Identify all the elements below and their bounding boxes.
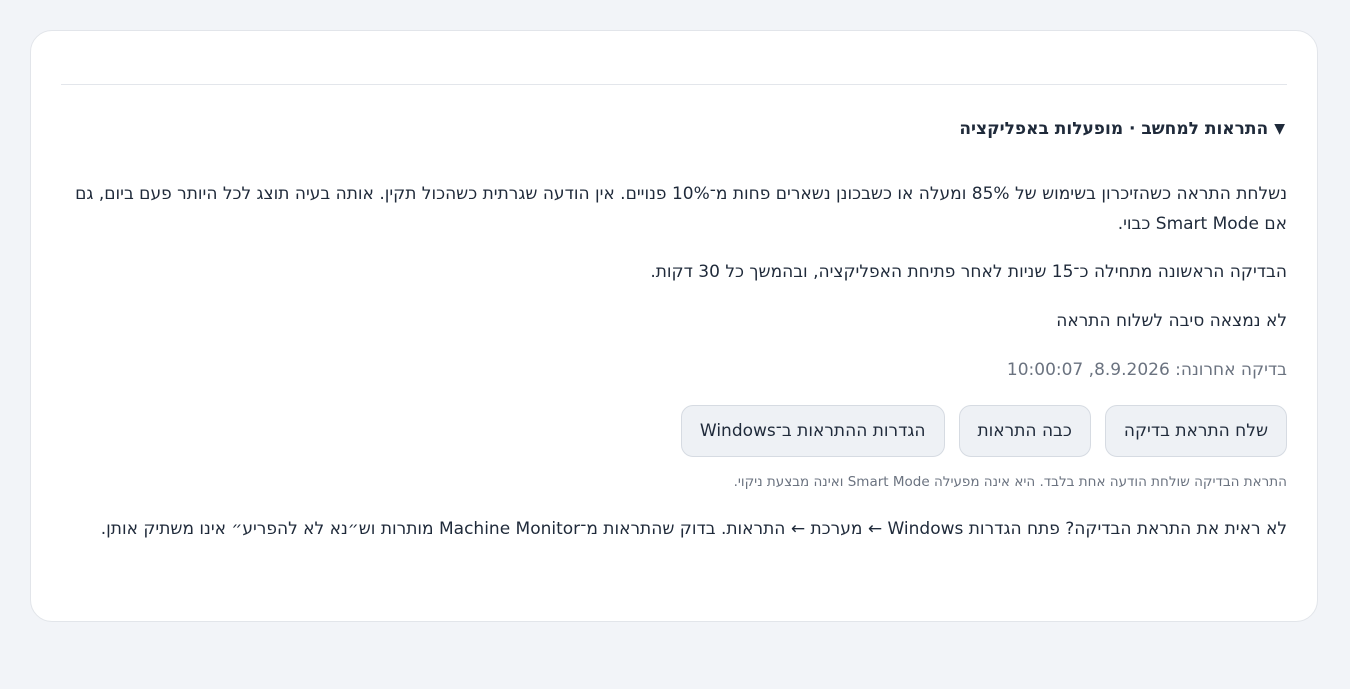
windows-notification-settings-button[interactable]: הגדרות ההתראות ב־Windows: [680, 405, 945, 457]
status-text: לא נמצאה סיבה לשלוח התראה: [1056, 311, 1287, 331]
schedule-text: הבדיקה הראשונה מתחילה כ־15 שניות לאחר פת…: [650, 262, 1287, 282]
last-check-text: בדיקה אחרונה: 8.9.2026, 10:00:07: [1006, 360, 1287, 380]
triangle-down-icon: ▼: [1274, 121, 1285, 137]
notifications-section-toggle[interactable]: ▼ התראות למחשב · מופעלות באפליקציה: [959, 119, 1285, 139]
send-test-notification-button[interactable]: שלח התראת בדיקה: [1104, 405, 1287, 457]
test-note-text: התראת הבדיקה שולחת הודעה אחת בלבד. היא א…: [733, 474, 1287, 490]
section-title: התראות למחשב · מופעלות באפליקציה: [959, 119, 1269, 139]
disable-notifications-button[interactable]: כבה התראות: [958, 405, 1091, 457]
action-buttons: שלח התראת בדיקה כבה התראות הגדרות ההתראו…: [680, 405, 1287, 457]
help-text: לא ראית את התראת הבדיקה? פתח הגדרות Wind…: [100, 519, 1287, 539]
description-text: נשלחת התראה כשהזיכרון בשימוש של 85% ומעל…: [75, 184, 1287, 234]
notifications-card: ▼ התראות למחשב · מופעלות באפליקציה נשלחת…: [30, 30, 1318, 622]
top-divider: [61, 84, 1287, 85]
